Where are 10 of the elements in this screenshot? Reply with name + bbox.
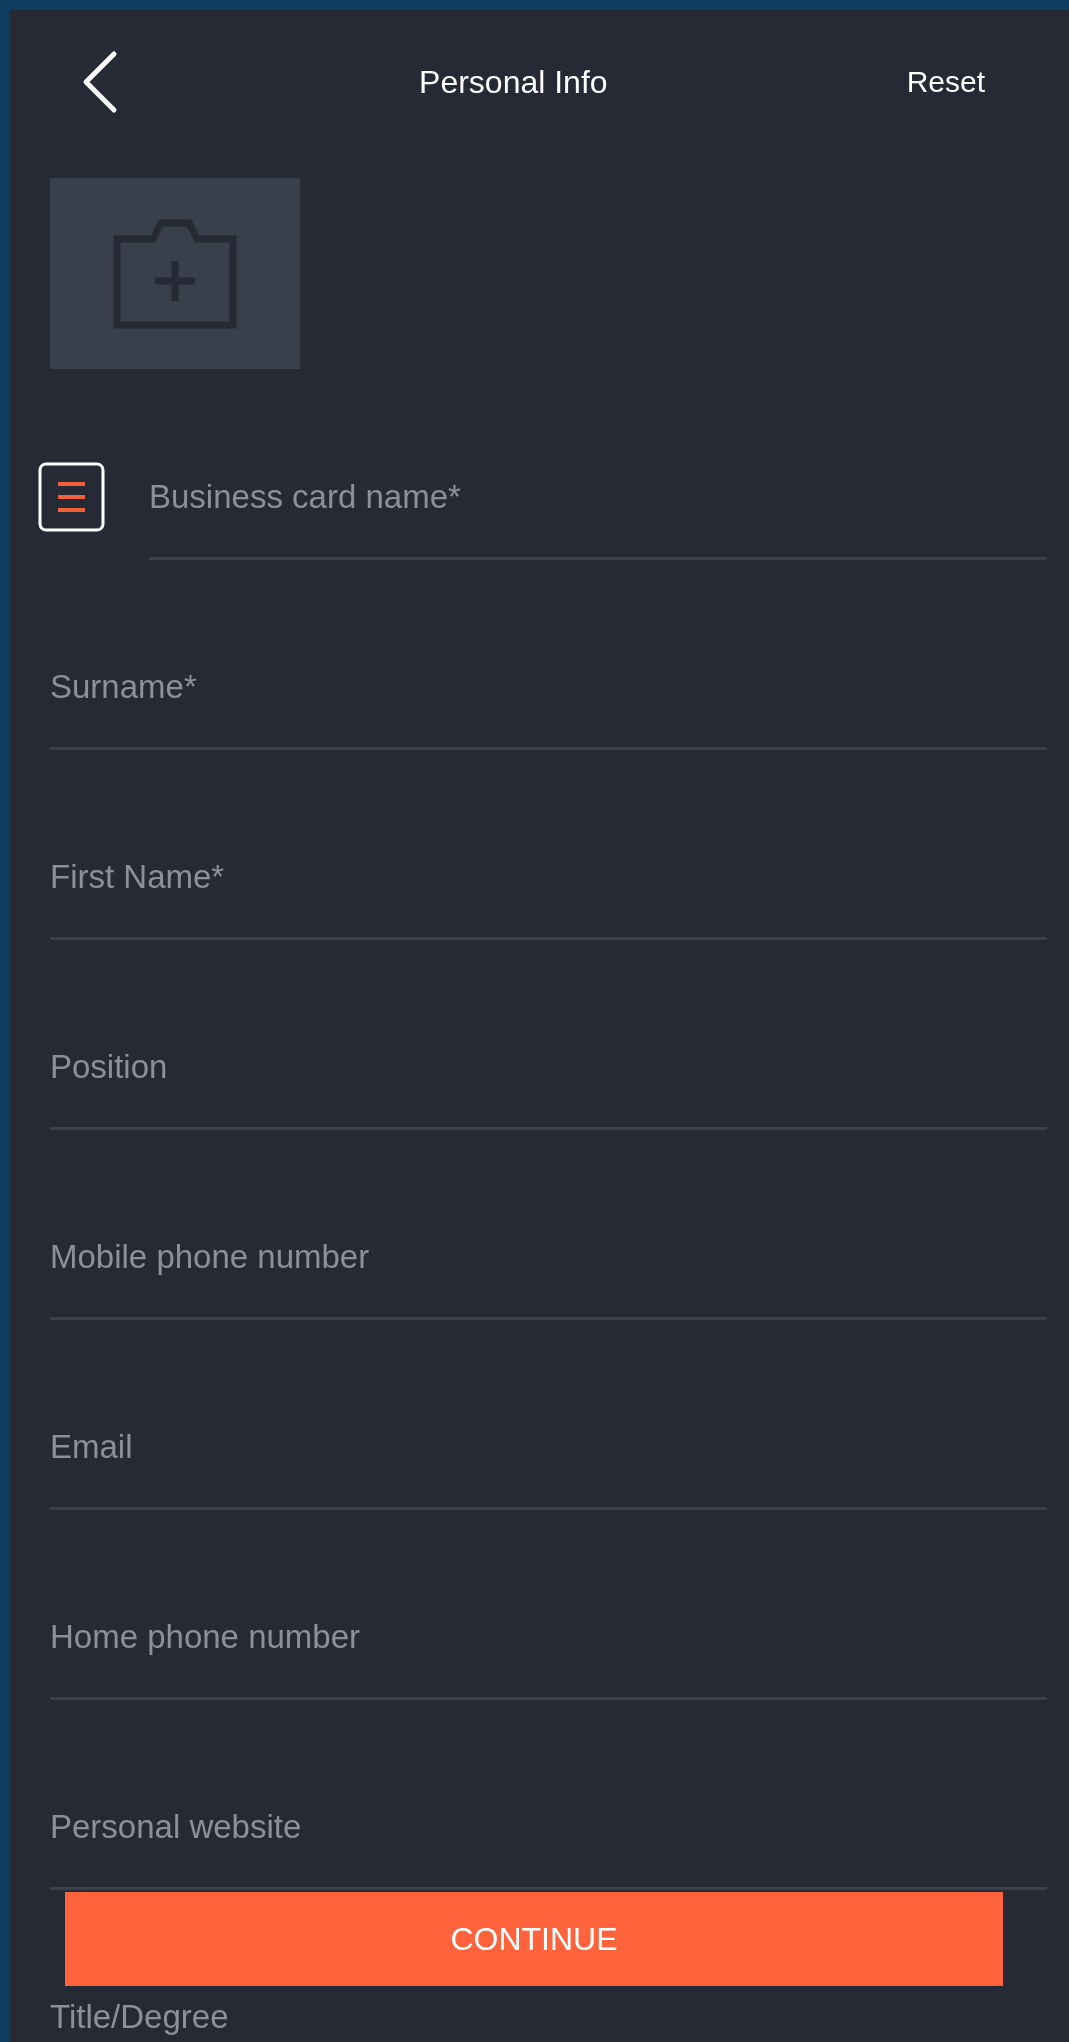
text-field[interactable]: Mobile phone number [50,1227,1047,1320]
text-field[interactable]: Business card name* [149,467,1047,560]
screen-title: Personal Info [419,63,608,101]
text-field[interactable]: Surname* [50,657,1047,750]
reset-button[interactable]: Reset [906,65,985,99]
text-field[interactable]: Email [50,1417,1047,1510]
card-list-icon[interactable] [38,462,105,532]
text-field[interactable]: Home phone number [50,1607,1047,1700]
text-field[interactable]: First Name* [50,847,1047,940]
text-field[interactable]: Position [50,1037,1047,1130]
